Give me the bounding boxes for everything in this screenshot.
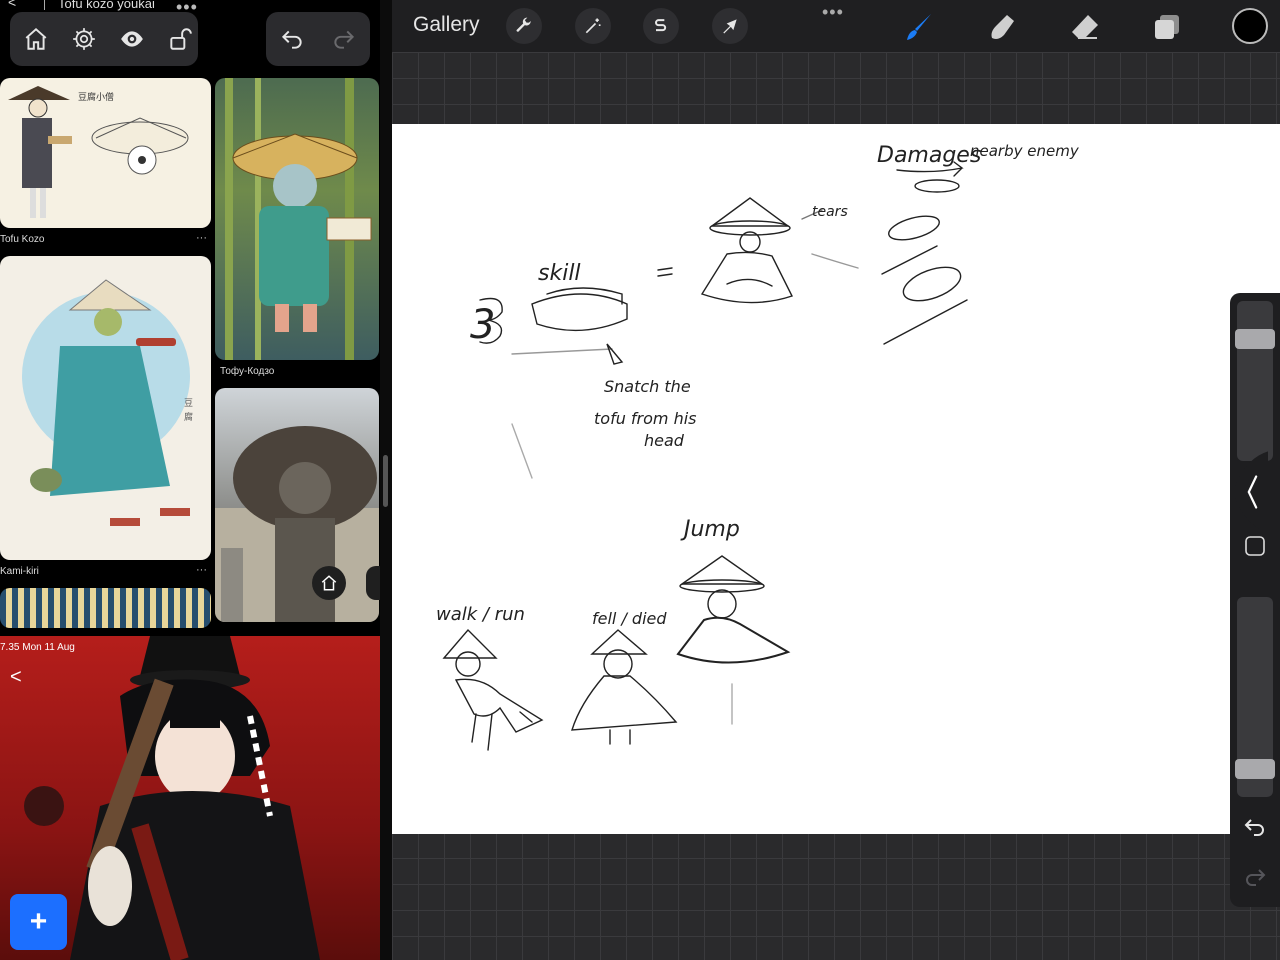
pin-image-tofu-kozo-statue[interactable] bbox=[215, 388, 379, 622]
brush-size-thumb[interactable] bbox=[1235, 329, 1275, 349]
procreate-toolbar: Gallery ••• bbox=[392, 0, 1280, 52]
brush-sidebar bbox=[1230, 293, 1280, 907]
search-separator bbox=[44, 0, 45, 10]
note-walk-run: walk / run bbox=[436, 604, 525, 625]
pin-image-partial[interactable] bbox=[0, 588, 211, 628]
note-snatch-2: tofu from his bbox=[594, 409, 697, 428]
svg-text:腐: 腐 bbox=[184, 411, 193, 422]
transform-arrow-icon[interactable] bbox=[712, 8, 748, 44]
wrench-icon[interactable] bbox=[506, 8, 542, 44]
gallery-button[interactable]: Gallery bbox=[413, 13, 480, 37]
undo-redo-toolbar bbox=[266, 12, 370, 66]
magic-wand-icon[interactable] bbox=[575, 8, 611, 44]
redo-icon[interactable] bbox=[1230, 861, 1280, 893]
procreate-quick-toolbar bbox=[10, 12, 198, 66]
home-icon[interactable] bbox=[22, 25, 50, 53]
svg-text:豆腐小僧: 豆腐小僧 bbox=[78, 91, 114, 102]
browser-back-button[interactable]: < bbox=[8, 0, 16, 10]
pin-image-tofu-kozo[interactable]: 豆腐小僧 bbox=[0, 78, 211, 228]
selection-s-icon[interactable] bbox=[643, 8, 679, 44]
floating-partial-button[interactable] bbox=[366, 566, 380, 600]
pin-image-tofu-kozo-ru[interactable] bbox=[215, 78, 379, 360]
sketch-layer: Damages nearby enemy tears skill 3 Snatc… bbox=[436, 142, 1080, 751]
note-damages: Damages bbox=[877, 143, 981, 168]
pin-caption[interactable]: Тофу-Кодзо bbox=[220, 366, 274, 377]
undo-icon[interactable] bbox=[1230, 811, 1280, 843]
browser-top-strip: < Tofu kozo youkai ••• bbox=[0, 0, 380, 76]
sidebar-collapse-chevron-icon[interactable] bbox=[1234, 430, 1268, 554]
opacity-thumb[interactable] bbox=[1235, 759, 1275, 779]
svg-text:豆: 豆 bbox=[184, 398, 193, 408]
drawing-canvas[interactable]: Damages nearby enemy tears skill 3 Snatc… bbox=[392, 124, 1280, 834]
multitask-dots[interactable]: ••• bbox=[176, 0, 198, 16]
unlock-icon[interactable] bbox=[166, 25, 194, 53]
opacity-slider[interactable] bbox=[1235, 597, 1275, 797]
browser-pane: < Tofu kozo youkai ••• 豆腐小僧 Tofu Kozo ··… bbox=[0, 0, 380, 960]
pin-caption[interactable]: Tofu Kozo bbox=[0, 234, 44, 245]
pin-caption[interactable]: Kami-kiri bbox=[0, 566, 39, 577]
search-query-text[interactable]: Tofu kozo youkai bbox=[58, 0, 155, 11]
eye-icon[interactable] bbox=[118, 25, 146, 53]
note-jump: Jump bbox=[680, 517, 740, 542]
note-snatch-1: Snatch the bbox=[604, 377, 691, 396]
gear-icon[interactable] bbox=[70, 25, 98, 53]
secondary-app-window: 7.35 Mon 11 Aug < + bbox=[0, 636, 380, 960]
note-three: 3 bbox=[470, 302, 495, 348]
pin-more-button[interactable]: ··· bbox=[196, 564, 207, 576]
procreate-app: Gallery ••• Damages nearby enemy tears s… bbox=[392, 0, 1280, 960]
smudge-icon[interactable] bbox=[986, 10, 1020, 44]
note-snatch-3: head bbox=[644, 431, 685, 450]
more-options-dots[interactable]: ••• bbox=[822, 2, 844, 23]
undo-icon[interactable] bbox=[278, 25, 306, 53]
add-button[interactable]: + bbox=[10, 894, 67, 950]
split-view-handle[interactable] bbox=[383, 455, 388, 507]
layers-icon[interactable] bbox=[1150, 10, 1184, 44]
eraser-icon[interactable] bbox=[1068, 10, 1102, 44]
redo-icon[interactable] bbox=[330, 25, 358, 53]
color-picker-button[interactable] bbox=[1232, 8, 1268, 44]
note-skill: skill bbox=[538, 261, 581, 286]
brush-icon[interactable] bbox=[902, 10, 936, 44]
floating-home-button[interactable] bbox=[312, 566, 346, 600]
pin-image-tofu-kozo-painting[interactable]: 豆 腐 bbox=[0, 256, 211, 560]
pin-more-button[interactable]: ··· bbox=[196, 232, 207, 244]
note-tears: tears bbox=[812, 204, 848, 220]
note-nearby-enemy: nearby enemy bbox=[970, 142, 1080, 160]
note-fell-died: fell / died bbox=[592, 609, 667, 628]
